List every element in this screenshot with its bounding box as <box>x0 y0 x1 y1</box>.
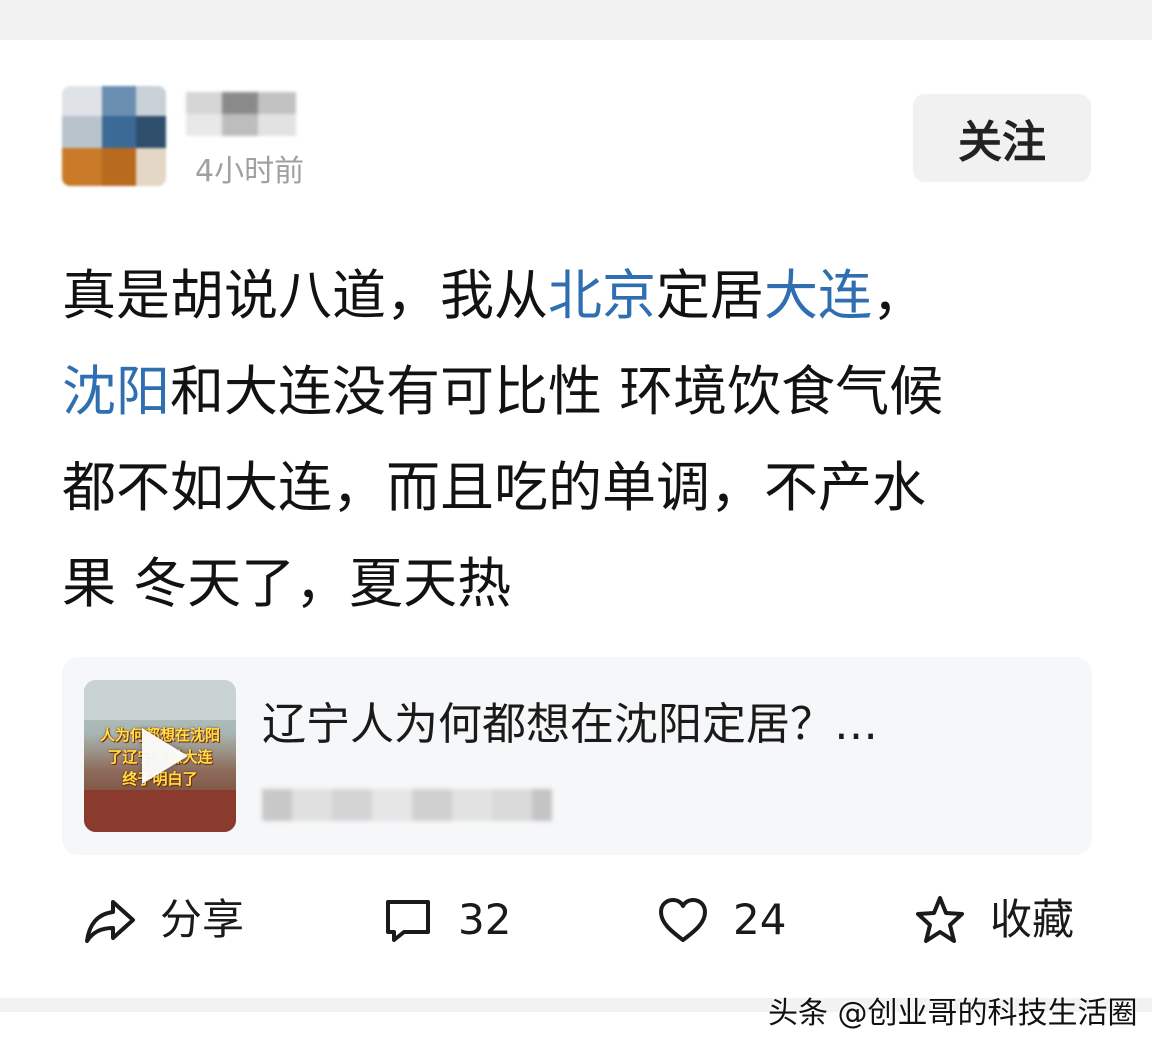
comment-button[interactable]: 32 <box>380 892 511 948</box>
video-link-card[interactable]: 人为何都想在沈阳 了辽宁人嫌大连 终于明白了 辽宁人为何都想在沈阳定居？… <box>62 657 1092 855</box>
username-redacted[interactable] <box>186 92 296 136</box>
favorite-label: 收藏 <box>990 895 1075 944</box>
topic-link-shenyang[interactable]: 沈阳 <box>62 360 170 423</box>
watermark: 头条 @创业哥的科技生活圈 <box>768 996 1138 1031</box>
text-segment: 和大连没有可比性 环境饮食气候 <box>170 360 944 423</box>
post-timestamp: 4小时前 <box>195 154 305 189</box>
play-icon[interactable] <box>142 728 188 784</box>
video-thumbnail[interactable]: 人为何都想在沈阳 了辽宁人嫌大连 终于明白了 <box>84 680 236 832</box>
text-segment: ， <box>872 264 926 327</box>
like-count: 24 <box>733 895 787 944</box>
comment-icon <box>386 900 430 942</box>
heart-icon <box>659 898 707 942</box>
thumbnail-roofs <box>84 790 236 832</box>
link-card-title[interactable]: 辽宁人为何都想在沈阳定居？… <box>262 697 878 753</box>
avatar[interactable] <box>62 86 166 186</box>
topic-link-beijing[interactable]: 北京 <box>548 264 656 327</box>
comment-count: 32 <box>458 895 512 944</box>
post-text-line: 真是胡说八道，我从北京定居大连， <box>62 248 1102 344</box>
post-text-line: 沈阳和大连没有可比性 环境饮食气候 <box>62 344 1102 440</box>
post-text-line: 都不如大连，而且吃的单调，不产水 <box>62 456 926 519</box>
like-button[interactable]: 24 <box>655 892 786 948</box>
post-card: 4小时前 关注 真是胡说八道，我从北京定居大连， 沈阳和大连没有可比性 环境饮食… <box>0 40 1152 998</box>
topic-link-dalian[interactable]: 大连 <box>764 264 872 327</box>
star-icon <box>916 896 964 943</box>
link-source-redacted <box>262 785 552 825</box>
thumbnail-sky <box>84 680 236 720</box>
text-segment: 定居 <box>656 264 764 327</box>
post-text-line: 果 冬天了，夏天热 <box>62 552 512 615</box>
share-icon <box>85 900 135 943</box>
share-button[interactable]: 分享 <box>82 892 244 948</box>
follow-button[interactable]: 关注 <box>913 94 1091 182</box>
post-text: 真是胡说八道，我从北京定居大连， 沈阳和大连没有可比性 环境饮食气候 都不如大连… <box>62 248 1102 632</box>
favorite-button[interactable]: 收藏 <box>912 892 1074 948</box>
share-label: 分享 <box>160 895 245 944</box>
text-segment: 真是胡说八道，我从 <box>62 264 548 327</box>
